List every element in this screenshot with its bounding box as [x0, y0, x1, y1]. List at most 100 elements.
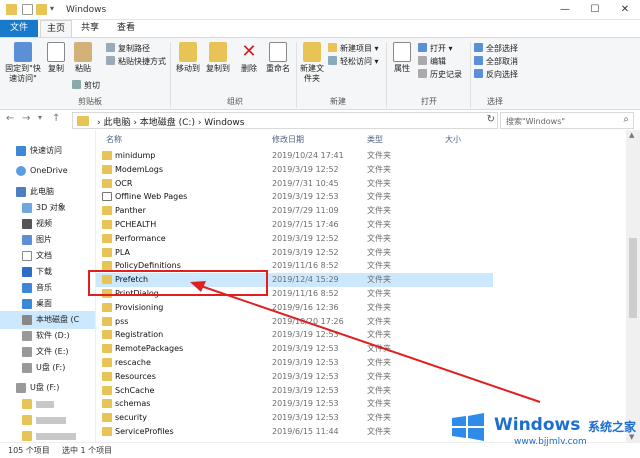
scroll-up-icon[interactable]: ▲: [629, 131, 634, 139]
forward-arrow-icon[interactable]: →: [22, 113, 30, 124]
nav-item-blurred-folder[interactable]: [0, 427, 95, 442]
new-folder-icon: [303, 42, 321, 62]
tab-home[interactable]: 主页: [40, 20, 72, 37]
table-row[interactable]: pss 2019/10/20 17:26 文件夹: [96, 315, 493, 329]
table-row[interactable]: Provisioning 2019/9/16 12:36 文件夹: [96, 301, 493, 315]
copy-button[interactable]: 复制: [44, 42, 68, 74]
edit-button[interactable]: 编辑: [418, 56, 446, 67]
tab-share[interactable]: 共享: [74, 20, 106, 37]
table-row[interactable]: Performance 2019/3/19 12:52 文件夹: [96, 232, 493, 246]
tab-file[interactable]: 文件: [0, 20, 38, 37]
title-bar: ▾ Windows — ☐ ✕: [0, 0, 640, 20]
properties-quick-icon[interactable]: [22, 4, 33, 15]
copy-path-button[interactable]: 复制路径: [106, 43, 150, 54]
file-type: 文件夹: [367, 164, 391, 174]
invert-selection-button[interactable]: 反向选择: [474, 69, 518, 80]
select-group-label: 选择: [487, 97, 503, 106]
file-name: Registration: [115, 330, 164, 340]
paste-button[interactable]: 粘贴: [70, 42, 96, 74]
table-row[interactable]: Offline Web Pages 2019/3/19 12:53 文件夹: [96, 190, 493, 204]
minimize-button[interactable]: —: [550, 0, 580, 20]
star-icon: [16, 146, 26, 156]
file-date: 2019/3/19 12:53: [272, 413, 339, 423]
table-row[interactable]: SchCache 2019/3/19 12:53 文件夹: [96, 384, 493, 398]
search-input[interactable]: 搜索"Windows" ⌕: [500, 112, 634, 129]
file-type: 文件夹: [367, 427, 391, 436]
file-date: 2019/3/19 12:53: [272, 330, 339, 340]
cut-button[interactable]: 剪切: [72, 80, 100, 91]
history-button[interactable]: 历史记录: [418, 69, 462, 80]
close-button[interactable]: ✕: [610, 0, 640, 20]
easy-access-button[interactable]: 轻松访问 ▾: [328, 56, 379, 67]
back-arrow-icon[interactable]: ←: [6, 113, 14, 124]
select-all-button[interactable]: 全部选择: [474, 43, 518, 54]
file-name: SchCache: [115, 385, 155, 395]
vertical-scrollbar[interactable]: ▲ ▼: [626, 130, 640, 442]
window-title: Windows: [66, 5, 107, 15]
customize-quick-access-icon[interactable]: ▾: [50, 4, 58, 15]
folder-icon: [102, 206, 112, 216]
new-item-button[interactable]: 新建项目 ▾: [328, 43, 379, 54]
tab-view[interactable]: 查看: [110, 20, 142, 37]
column-header-type[interactable]: 类型: [367, 134, 383, 145]
table-row[interactable]: rescache 2019/3/19 12:53 文件夹: [96, 356, 493, 370]
folder-icon: [102, 302, 112, 312]
cube-icon: [22, 203, 32, 213]
file-date: 2019/11/16 8:52: [272, 261, 339, 271]
properties-button[interactable]: 属性: [390, 42, 414, 74]
table-row[interactable]: Registration 2019/3/19 12:53 文件夹: [96, 328, 493, 342]
table-row[interactable]: RemotePackages 2019/3/19 12:53 文件夹: [96, 342, 493, 356]
nav-item-udisk[interactable]: U盘 (F:): [0, 359, 95, 377]
select-none-button[interactable]: 全部取消: [474, 56, 518, 67]
file-date: 2019/3/19 12:52: [272, 233, 339, 243]
refresh-icon[interactable]: ↻: [487, 114, 495, 125]
scrollbar-thumb[interactable]: [629, 238, 637, 318]
pin-icon: [14, 42, 32, 62]
copy-to-button[interactable]: 复制到: [204, 42, 232, 74]
folder-icon: [102, 344, 112, 354]
copy-path-icon: [106, 43, 115, 52]
file-name: pss: [115, 316, 129, 326]
blurred-label: [36, 433, 76, 440]
file-type: 文件夹: [367, 247, 391, 257]
file-type: 文件夹: [367, 206, 391, 216]
properties-check-icon: [393, 42, 411, 62]
rename-button[interactable]: 重命名: [264, 42, 292, 74]
table-row[interactable]: PLA 2019/3/19 12:52 文件夹: [96, 246, 493, 260]
maximize-button[interactable]: ☐: [580, 0, 610, 20]
table-row[interactable]: schemas 2019/3/19 12:53 文件夹: [96, 397, 493, 411]
open-button[interactable]: 打开 ▾: [418, 43, 453, 54]
table-row[interactable]: minidump 2019/10/24 17:41 文件夹: [96, 149, 493, 163]
breadcrumb[interactable]: › 此电脑 › 本地磁盘 (C:) › Windows: [97, 115, 244, 128]
picture-icon: [22, 235, 32, 245]
folder-icon: [102, 330, 112, 340]
copy-icon: [47, 42, 65, 62]
table-row[interactable]: Resources 2019/3/19 12:53 文件夹: [96, 370, 493, 384]
table-row[interactable]: Panther 2019/7/29 11:09 文件夹: [96, 204, 493, 218]
column-header-date[interactable]: 修改日期: [272, 134, 304, 145]
folder-icon: [102, 151, 112, 160]
column-header-size[interactable]: 大小: [445, 134, 461, 145]
recent-locations-icon[interactable]: ▾: [38, 113, 42, 122]
table-row[interactable]: PCHEALTH 2019/7/15 17:46 文件夹: [96, 218, 493, 232]
group-divider: [470, 42, 471, 108]
new-folder-quick-icon[interactable]: [36, 4, 47, 15]
file-name: OCR: [115, 178, 133, 188]
column-header-name[interactable]: 名称: [106, 134, 122, 145]
table-row[interactable]: ServiceProfiles 2019/6/15 11:44 文件夹: [96, 425, 493, 439]
new-folder-button[interactable]: 新建文件夹: [298, 42, 326, 84]
up-arrow-icon[interactable]: ↑: [52, 113, 60, 124]
file-date: 2019/7/29 11:09: [272, 206, 339, 216]
address-bar[interactable]: › 此电脑 › 本地磁盘 (C:) › Windows ↻: [72, 112, 498, 129]
watermark-url: www.bjjmlv.com: [514, 437, 587, 447]
pin-quick-access-button[interactable]: 固定到"快速访问": [2, 42, 44, 84]
table-row[interactable]: OCR 2019/7/31 10:45 文件夹: [96, 177, 493, 191]
file-date: 2019/3/19 12:53: [272, 344, 339, 354]
nav-item-quick-access[interactable]: 快速访问: [0, 142, 95, 160]
nav-item-onedrive[interactable]: OneDrive: [0, 162, 95, 180]
table-row[interactable]: ModemLogs 2019/3/19 12:52 文件夹: [96, 163, 493, 177]
move-to-button[interactable]: 移动到: [174, 42, 202, 74]
paste-shortcut-button[interactable]: 粘贴快捷方式: [106, 56, 166, 67]
table-row[interactable]: security 2019/3/19 12:53 文件夹: [96, 411, 493, 425]
delete-button[interactable]: ✕ 删除: [236, 42, 262, 74]
